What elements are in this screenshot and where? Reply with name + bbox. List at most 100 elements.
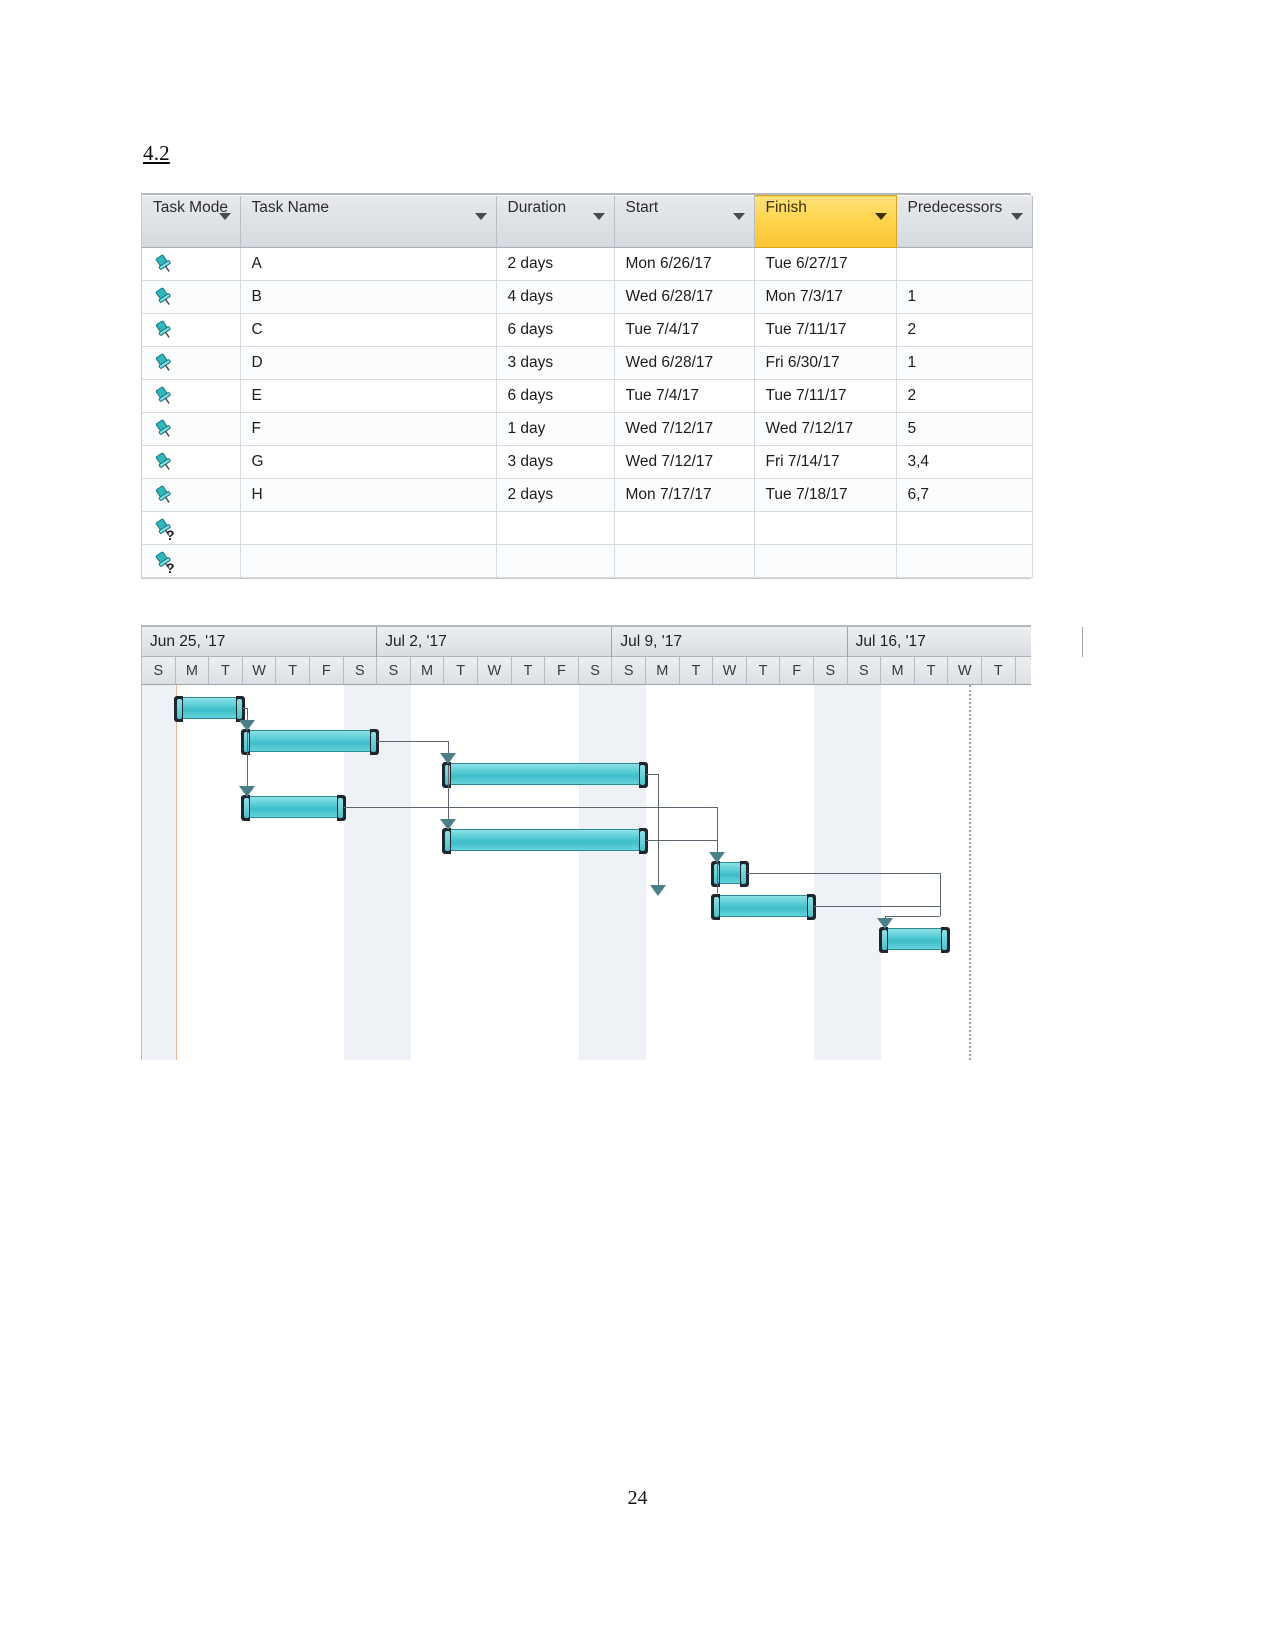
cell-duration[interactable]: 6 days bbox=[496, 379, 615, 413]
cell-finish[interactable]: Tue 7/18/17 bbox=[754, 478, 897, 512]
cell-finish[interactable]: Wed 7/12/17 bbox=[754, 412, 897, 446]
task-entry-table[interactable]: Task Mode Task Name Duration Start Finis… bbox=[141, 193, 1033, 579]
cell-duration[interactable]: 2 days bbox=[496, 247, 615, 281]
cell-start[interactable]: Wed 7/12/17 bbox=[614, 412, 755, 446]
cell-finish[interactable]: Tue 6/27/17 bbox=[754, 247, 897, 281]
cell-predecessors[interactable] bbox=[896, 247, 1033, 281]
cell-predecessors[interactable]: 6,7 bbox=[896, 478, 1033, 512]
column-header-finish[interactable]: Finish bbox=[753, 195, 897, 248]
cell-finish[interactable]: Fri 7/14/17 bbox=[754, 445, 897, 479]
cell-task-mode[interactable]: ? bbox=[142, 511, 241, 545]
cell-task-name[interactable]: E bbox=[240, 379, 497, 413]
cell-start[interactable] bbox=[614, 544, 755, 578]
chevron-down-icon[interactable] bbox=[874, 213, 887, 220]
cell-duration[interactable]: 6 days bbox=[496, 313, 615, 347]
cell-duration[interactable]: 1 day bbox=[496, 412, 615, 446]
cell-duration[interactable]: 2 days bbox=[496, 478, 615, 512]
cell-predecessors[interactable]: 1 bbox=[896, 346, 1033, 380]
table-row[interactable]: G3 days Wed 7/12/17 Fri 7/14/17 3,4 bbox=[142, 445, 1033, 479]
cell-task-mode[interactable] bbox=[142, 478, 241, 512]
cell-finish[interactable]: Tue 7/11/17 bbox=[754, 379, 897, 413]
cell-predecessors[interactable]: 2 bbox=[896, 313, 1033, 347]
gantt-bar[interactable] bbox=[173, 696, 245, 722]
gantt-bar-start-cap bbox=[711, 861, 721, 887]
cell-task-name[interactable]: F bbox=[240, 412, 497, 446]
chevron-down-icon[interactable] bbox=[592, 212, 605, 220]
cell-task-name[interactable]: H bbox=[240, 478, 497, 512]
pushpin-icon bbox=[153, 352, 175, 374]
cell-task-mode[interactable]: ? bbox=[142, 544, 241, 578]
cell-finish[interactable]: Tue 7/11/17 bbox=[754, 313, 897, 347]
gantt-bar[interactable] bbox=[711, 861, 749, 887]
cell-task-name[interactable]: G bbox=[240, 445, 497, 479]
column-header-duration[interactable]: Duration bbox=[496, 195, 615, 248]
table-row[interactable]: B4 days Wed 6/28/17 Mon 7/3/17 1 bbox=[142, 280, 1033, 314]
column-header-start[interactable]: Start bbox=[614, 195, 755, 248]
cell-finish[interactable]: Mon 7/3/17 bbox=[754, 280, 897, 314]
cell-start[interactable]: Wed 7/12/17 bbox=[614, 445, 755, 479]
cell-start[interactable]: Tue 7/4/17 bbox=[614, 313, 755, 347]
cell-predecessors[interactable]: 2 bbox=[896, 379, 1033, 413]
cell-task-name[interactable]: A bbox=[240, 247, 497, 281]
gantt-day-label: S bbox=[377, 657, 411, 685]
cell-duration[interactable]: 3 days bbox=[496, 346, 615, 380]
cell-duration[interactable]: 4 days bbox=[496, 280, 615, 314]
cell-finish[interactable] bbox=[754, 544, 897, 578]
gantt-bar[interactable] bbox=[240, 795, 346, 821]
cell-task-mode[interactable] bbox=[142, 445, 241, 479]
cell-task-name[interactable]: B bbox=[240, 280, 497, 314]
chevron-down-icon[interactable] bbox=[474, 212, 487, 220]
cell-task-name[interactable]: C bbox=[240, 313, 497, 347]
cell-predecessors[interactable]: 3,4 bbox=[896, 445, 1033, 479]
cell-predecessors[interactable]: 1 bbox=[896, 280, 1033, 314]
cell-duration[interactable] bbox=[496, 511, 615, 545]
gantt-bar-start-cap bbox=[879, 927, 889, 953]
gantt-bar[interactable] bbox=[711, 894, 816, 920]
cell-start[interactable]: Mon 6/26/17 bbox=[614, 247, 755, 281]
table-row[interactable]: F1 day Wed 7/12/17 Wed 7/12/17 5 bbox=[142, 412, 1033, 446]
cell-duration[interactable]: 3 days bbox=[496, 445, 615, 479]
cell-task-mode[interactable] bbox=[142, 313, 241, 347]
question-mark-glyph: ? bbox=[166, 526, 175, 543]
column-header-task-mode[interactable]: Task Mode bbox=[142, 195, 241, 248]
table-row[interactable]: D3 days Wed 6/28/17 Fri 6/30/17 1 bbox=[142, 346, 1033, 380]
cell-finish[interactable] bbox=[754, 511, 897, 545]
column-header-task-name[interactable]: Task Name bbox=[240, 195, 497, 248]
cell-predecessors[interactable]: 5 bbox=[896, 412, 1033, 446]
cell-predecessors[interactable] bbox=[896, 544, 1033, 578]
cell-task-name[interactable] bbox=[240, 511, 497, 545]
cell-start[interactable]: Wed 6/28/17 bbox=[614, 280, 755, 314]
cell-task-mode[interactable] bbox=[142, 379, 241, 413]
cell-predecessors[interactable] bbox=[896, 511, 1033, 545]
cell-task-mode[interactable] bbox=[142, 346, 241, 380]
gantt-bar[interactable] bbox=[442, 762, 648, 788]
gantt-day-label: W bbox=[948, 657, 982, 685]
table-row[interactable]: ? bbox=[142, 544, 1033, 578]
cell-start[interactable]: Wed 6/28/17 bbox=[614, 346, 755, 380]
table-row[interactable]: A2 days Mon 6/26/17 Tue 6/27/17 bbox=[142, 247, 1033, 281]
column-header-predecessors[interactable]: Predecessors bbox=[896, 195, 1033, 248]
table-row[interactable]: E6 days Tue 7/4/17 Tue 7/11/17 2 bbox=[142, 379, 1033, 413]
table-row[interactable]: ? bbox=[142, 511, 1033, 545]
cell-duration[interactable] bbox=[496, 544, 615, 578]
chevron-down-icon[interactable] bbox=[732, 212, 745, 220]
cell-task-mode[interactable] bbox=[142, 412, 241, 446]
chevron-down-icon[interactable] bbox=[218, 212, 231, 220]
cell-task-name[interactable]: D bbox=[240, 346, 497, 380]
gantt-bar[interactable] bbox=[240, 729, 380, 755]
cell-finish[interactable]: Fri 6/30/17 bbox=[754, 346, 897, 380]
gantt-bars-area[interactable] bbox=[142, 685, 1031, 1060]
gantt-chart[interactable]: Jun 25, '17 Jul 2, '17 Jul 9, '17 Jul 16, '… bbox=[141, 625, 1083, 1060]
cell-task-name[interactable] bbox=[240, 544, 497, 578]
cell-start[interactable]: Tue 7/4/17 bbox=[614, 379, 755, 413]
cell-start[interactable]: Mon 7/17/17 bbox=[614, 478, 755, 512]
table-row[interactable]: C6 days Tue 7/4/17 Tue 7/11/17 2 bbox=[142, 313, 1033, 347]
gantt-bar-start-cap bbox=[240, 795, 250, 821]
cell-task-mode[interactable] bbox=[142, 280, 241, 314]
chevron-down-icon[interactable] bbox=[1010, 212, 1023, 220]
table-row[interactable]: H2 days Mon 7/17/17 Tue 7/18/17 6,7 bbox=[142, 478, 1033, 512]
gantt-bar[interactable] bbox=[442, 828, 648, 854]
cell-task-mode[interactable] bbox=[142, 247, 241, 281]
cell-start[interactable] bbox=[614, 511, 755, 545]
gantt-bar[interactable] bbox=[879, 927, 951, 953]
